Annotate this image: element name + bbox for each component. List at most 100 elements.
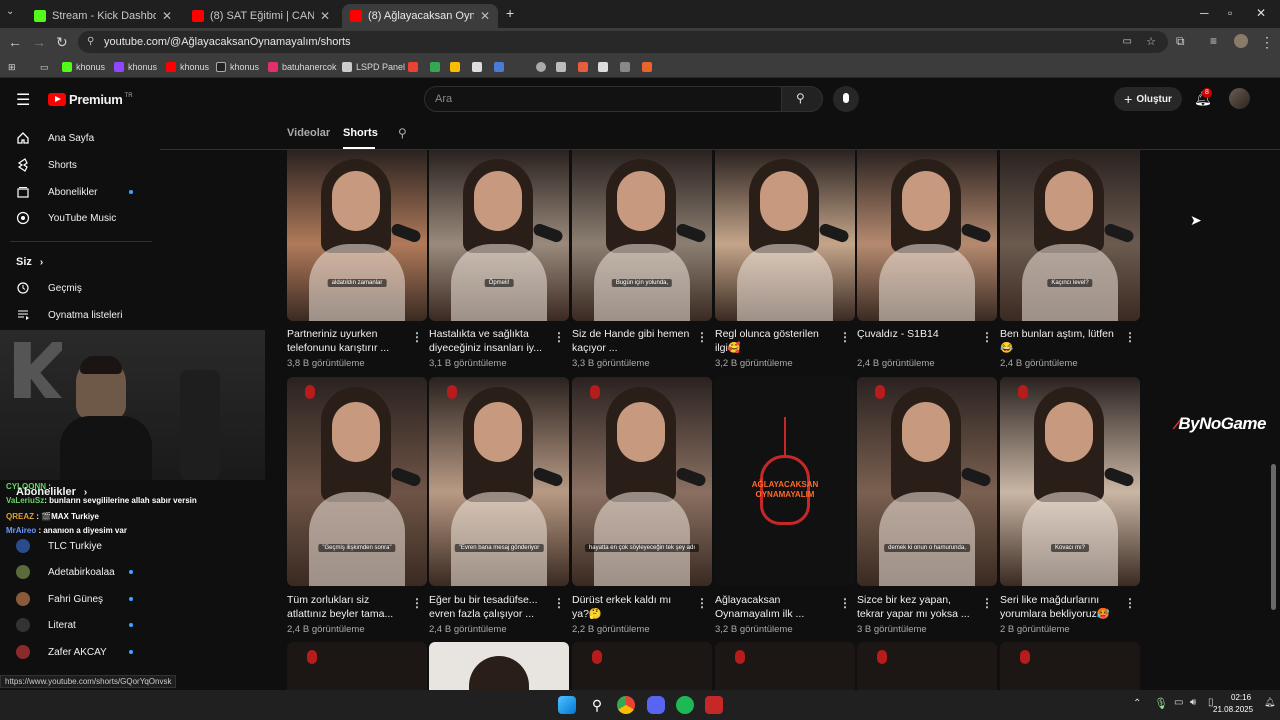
youtube-logo[interactable]: Premium TR	[48, 92, 133, 107]
new-tab-icon[interactable]: +	[506, 5, 514, 21]
reload-icon[interactable]: ↻	[56, 34, 68, 51]
sidebar-item-playlists[interactable]: Oynatma listeleri	[16, 305, 122, 325]
bookmark-icon[interactable]	[642, 59, 656, 75]
tab-videos[interactable]: Videolar	[287, 127, 330, 139]
close-tab-icon[interactable]: ✕	[162, 9, 172, 23]
short-thumbnail[interactable]: Bugün için yolunda,	[572, 150, 712, 321]
more-options-icon[interactable]: ⋮	[1124, 330, 1136, 344]
sidebar-sub-zafer-akcay[interactable]: Zafer AKCAY	[16, 642, 107, 662]
maximize-icon[interactable]: ▫	[1228, 6, 1232, 20]
bookmark-icon[interactable]	[598, 59, 612, 75]
bookmark-khonus-kick[interactable]: khonus	[62, 59, 105, 75]
bookmark-icon[interactable]	[556, 59, 570, 75]
sidebar-item-home[interactable]: Ana Sayfa	[16, 128, 94, 148]
voice-search-button[interactable]	[833, 86, 859, 112]
bookmark-icon[interactable]	[494, 59, 508, 75]
windows-start-icon[interactable]	[558, 696, 576, 714]
sidebar-sub-literat[interactable]: Literat	[16, 615, 76, 635]
short-thumbnail[interactable]	[715, 642, 855, 690]
short-thumbnail[interactable]: "Geçmiş ilişkimden sonra"	[287, 377, 427, 586]
more-options-icon[interactable]: ⋮	[981, 330, 993, 344]
bookmark-khonus-youtube[interactable]: khonus	[166, 59, 209, 75]
media-icon[interactable]: ≡	[1210, 34, 1217, 48]
gmail-icon[interactable]	[450, 59, 464, 75]
search-button[interactable]: ⚲	[781, 86, 823, 112]
short-title[interactable]: Sizce bir kez yapan, tekrar yapar mı yok…	[857, 593, 975, 621]
sidebar-item-subscriptions[interactable]: Abonelikler	[16, 182, 97, 202]
back-icon[interactable]: ←	[8, 34, 22, 50]
short-title[interactable]: Siz de Hande gibi hemen kaçıyor ...	[572, 327, 690, 355]
short-thumbnail[interactable]: AĞLAYACAKSAN OYNAMAYALIM	[715, 377, 855, 586]
site-info-icon[interactable]: ⚲	[87, 31, 94, 53]
short-thumbnail[interactable]: Kaçıncı level?	[1000, 150, 1140, 321]
short-thumbnail[interactable]: "Evren bana mesaj gönderiyor	[429, 377, 569, 586]
clock-time[interactable]: 02:16	[1231, 693, 1251, 702]
bookmark-icon[interactable]	[578, 59, 592, 75]
profile-avatar[interactable]	[1234, 34, 1248, 48]
folder-icon[interactable]: ▭	[40, 59, 49, 75]
short-title[interactable]: Çuvaldız - S1B14	[857, 327, 975, 341]
notification-bell-icon[interactable]: 🔔︎	[1264, 697, 1275, 708]
sidebar-section-you[interactable]: Siz ›	[16, 252, 43, 272]
search-input[interactable]: Ara	[424, 86, 782, 112]
gmail-icon[interactable]	[408, 59, 422, 75]
browser-menu-icon[interactable]: ⋮	[1260, 34, 1274, 51]
bookmark-icon[interactable]	[536, 59, 550, 75]
more-options-icon[interactable]: ⋮	[553, 596, 565, 610]
bookmark-khonus-twitch[interactable]: khonus	[114, 59, 157, 75]
more-options-icon[interactable]: ⋮	[696, 330, 708, 344]
spotify-icon[interactable]	[676, 696, 694, 714]
more-options-icon[interactable]: ⋮	[839, 596, 851, 610]
short-title[interactable]: Seri like mağdurlarını yorumlara bekliyo…	[1000, 593, 1118, 621]
create-button[interactable]: + Oluştur	[1114, 87, 1182, 111]
gmail-icon[interactable]	[430, 59, 444, 75]
channel-search-icon[interactable]: ⚲	[398, 126, 407, 140]
short-thumbnail[interactable]	[572, 642, 712, 690]
bookmark-icon[interactable]	[620, 59, 634, 75]
sidebar-sub-tlc-turkiye[interactable]: TLC Turkiye	[16, 536, 102, 556]
tab-shorts[interactable]: Shorts	[343, 127, 378, 139]
short-thumbnail[interactable]: Kovacı mı?	[1000, 377, 1140, 586]
chrome-icon[interactable]	[617, 696, 635, 714]
apps-icon[interactable]: ⊞	[8, 59, 16, 75]
short-thumbnail[interactable]: hayatta en çok söyleyeceğin tek şey adı	[572, 377, 712, 586]
more-options-icon[interactable]: ⋮	[1124, 596, 1136, 610]
short-title[interactable]: Partneriniz uyurken telefonunu karıştırı…	[287, 327, 405, 355]
forward-icon[interactable]: →	[32, 34, 46, 50]
more-options-icon[interactable]: ⋮	[981, 596, 993, 610]
sidebar-sub-fahri-gunes[interactable]: Fahri Güneş	[16, 589, 103, 609]
short-title[interactable]: Eğer bu bir tesadüfse... evren fazla çal…	[429, 593, 547, 621]
bookmark-star-icon[interactable]: ☆	[1146, 31, 1156, 53]
short-title[interactable]: Hastalıkta ve sağlıkta diyeceğiniz insan…	[429, 327, 547, 355]
volume-icon[interactable]: 🔊︎	[1190, 697, 1196, 708]
cast-icon[interactable]: ▭	[1123, 31, 1132, 53]
hamburger-menu-icon[interactable]: ☰	[16, 90, 30, 110]
short-title[interactable]: Ağlayacaksan Oynamayalım ilk ...	[715, 593, 833, 621]
short-title[interactable]: Tüm zorlukları siz atlattınız beyler tam…	[287, 593, 405, 621]
more-options-icon[interactable]: ⋮	[839, 330, 851, 344]
sidebar-item-shorts[interactable]: Shorts	[16, 155, 77, 175]
bookmark-icon[interactable]	[472, 59, 486, 75]
short-thumbnail[interactable]: Öpmeli!	[429, 150, 569, 321]
short-title[interactable]: Ben bunları aştım, lütfen 😂	[1000, 327, 1118, 355]
streaming-app-icon[interactable]	[705, 696, 723, 714]
sidebar-sub-adetabirkoalaa[interactable]: Adetabirkoalaa	[16, 562, 115, 582]
bookmark-khonus-x[interactable]: khonus	[216, 59, 259, 75]
short-title[interactable]: Regl olunca gösterilen ilgi🥰	[715, 327, 833, 355]
short-thumbnail[interactable]	[857, 150, 997, 321]
short-thumbnail[interactable]: demek ki onun o hamurunda,	[857, 377, 997, 586]
short-title[interactable]: Dürüst erkek kaldı mı ya?🤔	[572, 593, 690, 621]
tab-kick[interactable]: Stream - Kick Dashboard ✕	[26, 4, 180, 28]
short-thumbnail[interactable]	[715, 150, 855, 321]
short-thumbnail[interactable]	[1000, 642, 1140, 690]
more-options-icon[interactable]: ⋮	[411, 330, 423, 344]
network-icon[interactable]: ▭	[1174, 697, 1183, 708]
more-options-icon[interactable]: ⋮	[553, 330, 565, 344]
tab-search-icon[interactable]: ⌄	[6, 6, 14, 17]
bookmark-lspd-panel[interactable]: LSPD Panel	[342, 59, 405, 75]
tab-sat-egitimi[interactable]: (8) SAT Eğitimi | CANİK ACADEM ✕	[184, 4, 338, 28]
close-tab-icon[interactable]: ✕	[480, 9, 490, 23]
page-scrollbar[interactable]	[1271, 464, 1276, 610]
tray-chevron-icon[interactable]: ⌃	[1133, 698, 1141, 709]
bookmark-batuhanercok[interactable]: batuhanercok	[268, 59, 337, 75]
